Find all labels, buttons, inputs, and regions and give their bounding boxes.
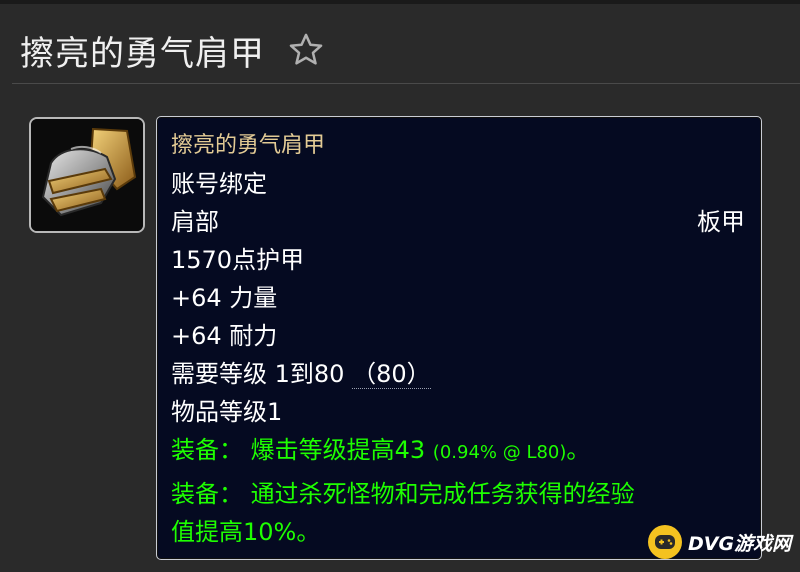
item-level: 物品等级1 [171, 398, 283, 426]
stamina-stat: +64 耐力 [171, 322, 278, 350]
plate-shoulder-armor-icon[interactable] [29, 117, 145, 233]
required-level-range: 需要等级 1到80 [171, 360, 353, 388]
armor-type-text: 板甲 [697, 208, 745, 236]
armor-value: 1570点护甲 [171, 246, 305, 274]
page-header: 擦亮的勇气肩甲 [20, 22, 325, 78]
strength-stat: +64 力量 [171, 284, 278, 312]
equip-effect-crit: 装备： 爆击等级提高43 (0.94% @ L80)。 [171, 435, 590, 468]
page-title: 擦亮的勇气肩甲 [20, 33, 265, 74]
slot-text: 肩部 [171, 208, 219, 236]
top-bar [0, 0, 800, 4]
gamepad-icon [648, 525, 682, 559]
equip-effect-crit-text: 装备： 爆击等级提高43 [171, 436, 433, 464]
equip-effect-crit-suffix: 。 [566, 436, 591, 464]
required-level-current[interactable]: （80） [352, 360, 431, 389]
item-tooltip: 擦亮的勇气肩甲 账号绑定 肩部 板甲 1570点护甲 +64 力量 +64 耐力… [156, 116, 762, 560]
equip-effect-crit-detail: (0.94% @ L80) [432, 442, 567, 463]
watermark-text: DVG游戏网 [688, 532, 792, 555]
required-level: 需要等级 1到80 （80） [171, 359, 431, 389]
equip-effect-xp-line2: 值提高10%。 [171, 518, 321, 546]
item-name: 擦亮的勇气肩甲 [171, 133, 326, 158]
binding-text: 账号绑定 [171, 170, 267, 198]
header-divider [12, 83, 800, 84]
star-outline-icon[interactable] [287, 31, 325, 69]
site-watermark: DVG游戏网 [648, 522, 791, 562]
equip-effect-xp-line1: 装备： 通过杀死怪物和完成任务获得的经验 [171, 480, 635, 508]
